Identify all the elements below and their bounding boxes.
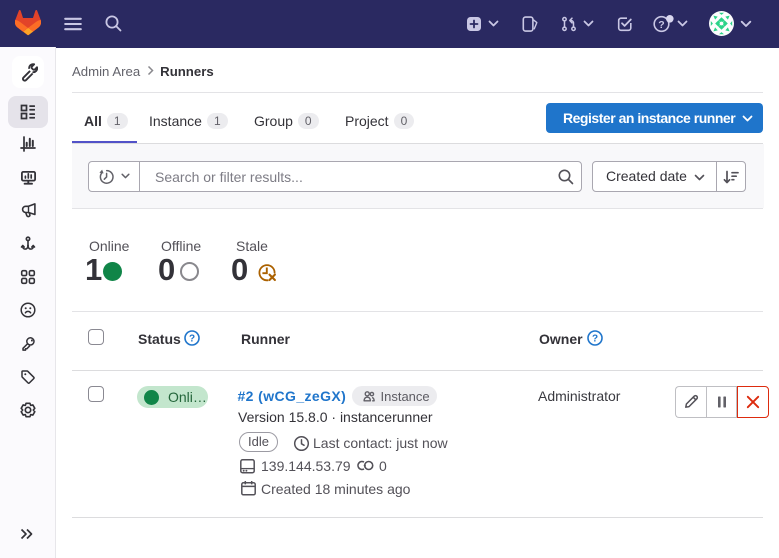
svg-text:?: ? [658, 19, 664, 31]
svg-text:?: ? [592, 334, 598, 345]
svg-text:?: ? [189, 334, 195, 345]
